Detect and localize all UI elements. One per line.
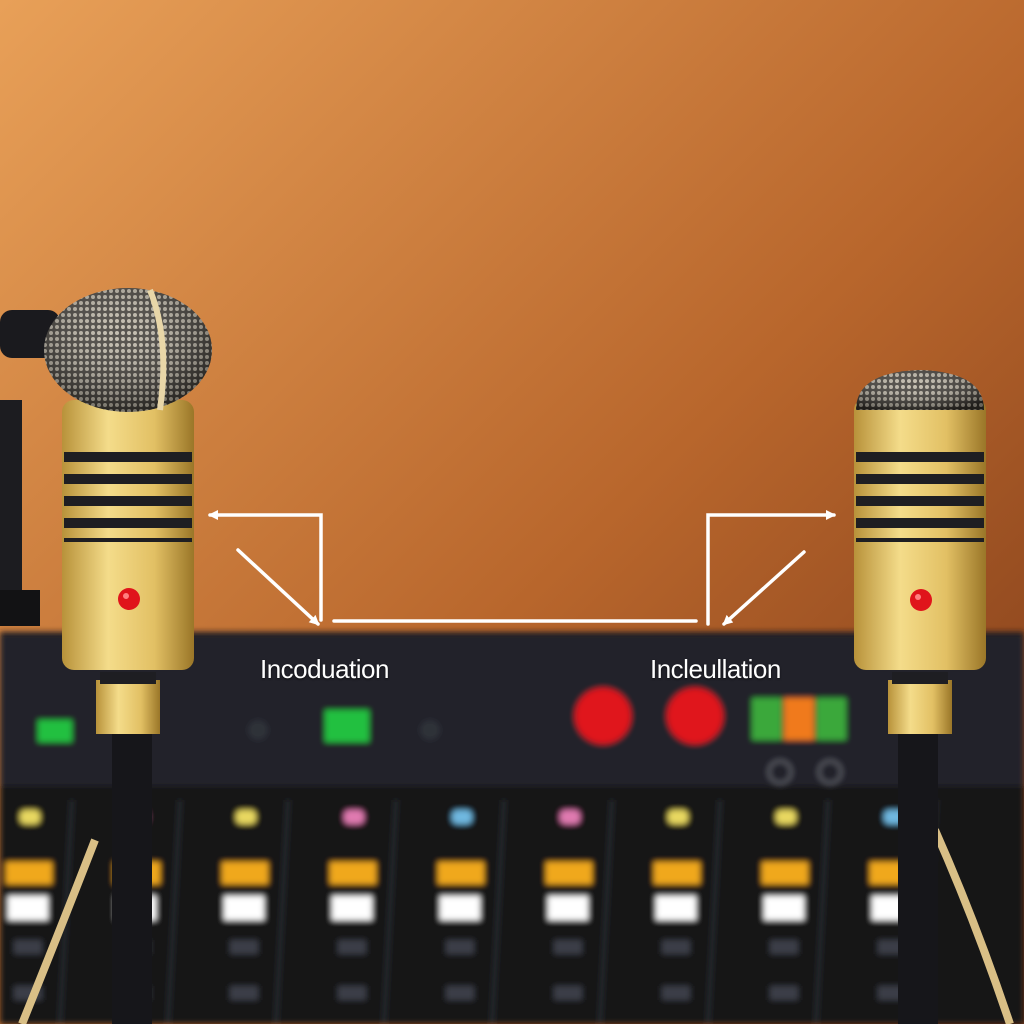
fader-cap [438,862,484,884]
red-knob [667,688,723,744]
channel-button [224,896,264,920]
channel-knob [236,810,256,824]
channel-button [338,940,366,954]
channel-button [332,896,372,920]
fader-cap [546,862,592,884]
fader-cap [654,862,700,884]
channel-knob [20,810,40,824]
indicator-light [118,588,140,610]
channel-button [446,940,474,954]
channel-button [662,940,690,954]
level-meter [752,698,782,740]
channel-button [440,896,480,920]
channel-button [230,940,258,954]
studio-scene [0,0,1024,1024]
channel-button [554,940,582,954]
channel-button [770,986,798,1000]
channel-knob [668,810,688,824]
channel-button [656,896,696,920]
green-led [325,710,369,742]
channel-knob [560,810,580,824]
label-left: Incoduation [260,654,389,684]
channel-button [554,986,582,1000]
level-meter [816,698,846,740]
fader-cap [762,862,808,884]
channel-button [548,896,588,920]
channel-button [662,986,690,1000]
channel-button [338,986,366,1000]
channel-knob [452,810,472,824]
label-right: Incleullation [650,654,781,684]
level-meter [784,698,814,740]
channel-button [230,986,258,1000]
channel-button [764,896,804,920]
green-led [38,720,72,742]
fader-cap [330,862,376,884]
channel-knob [344,810,364,824]
fader-cap [6,862,52,884]
red-knob [575,688,631,744]
indicator-light [910,589,932,611]
fader-cap [222,862,268,884]
channel-button [8,896,48,920]
channel-knob [776,810,796,824]
channel-button [446,986,474,1000]
channel-button [14,940,42,954]
channel-button [770,940,798,954]
